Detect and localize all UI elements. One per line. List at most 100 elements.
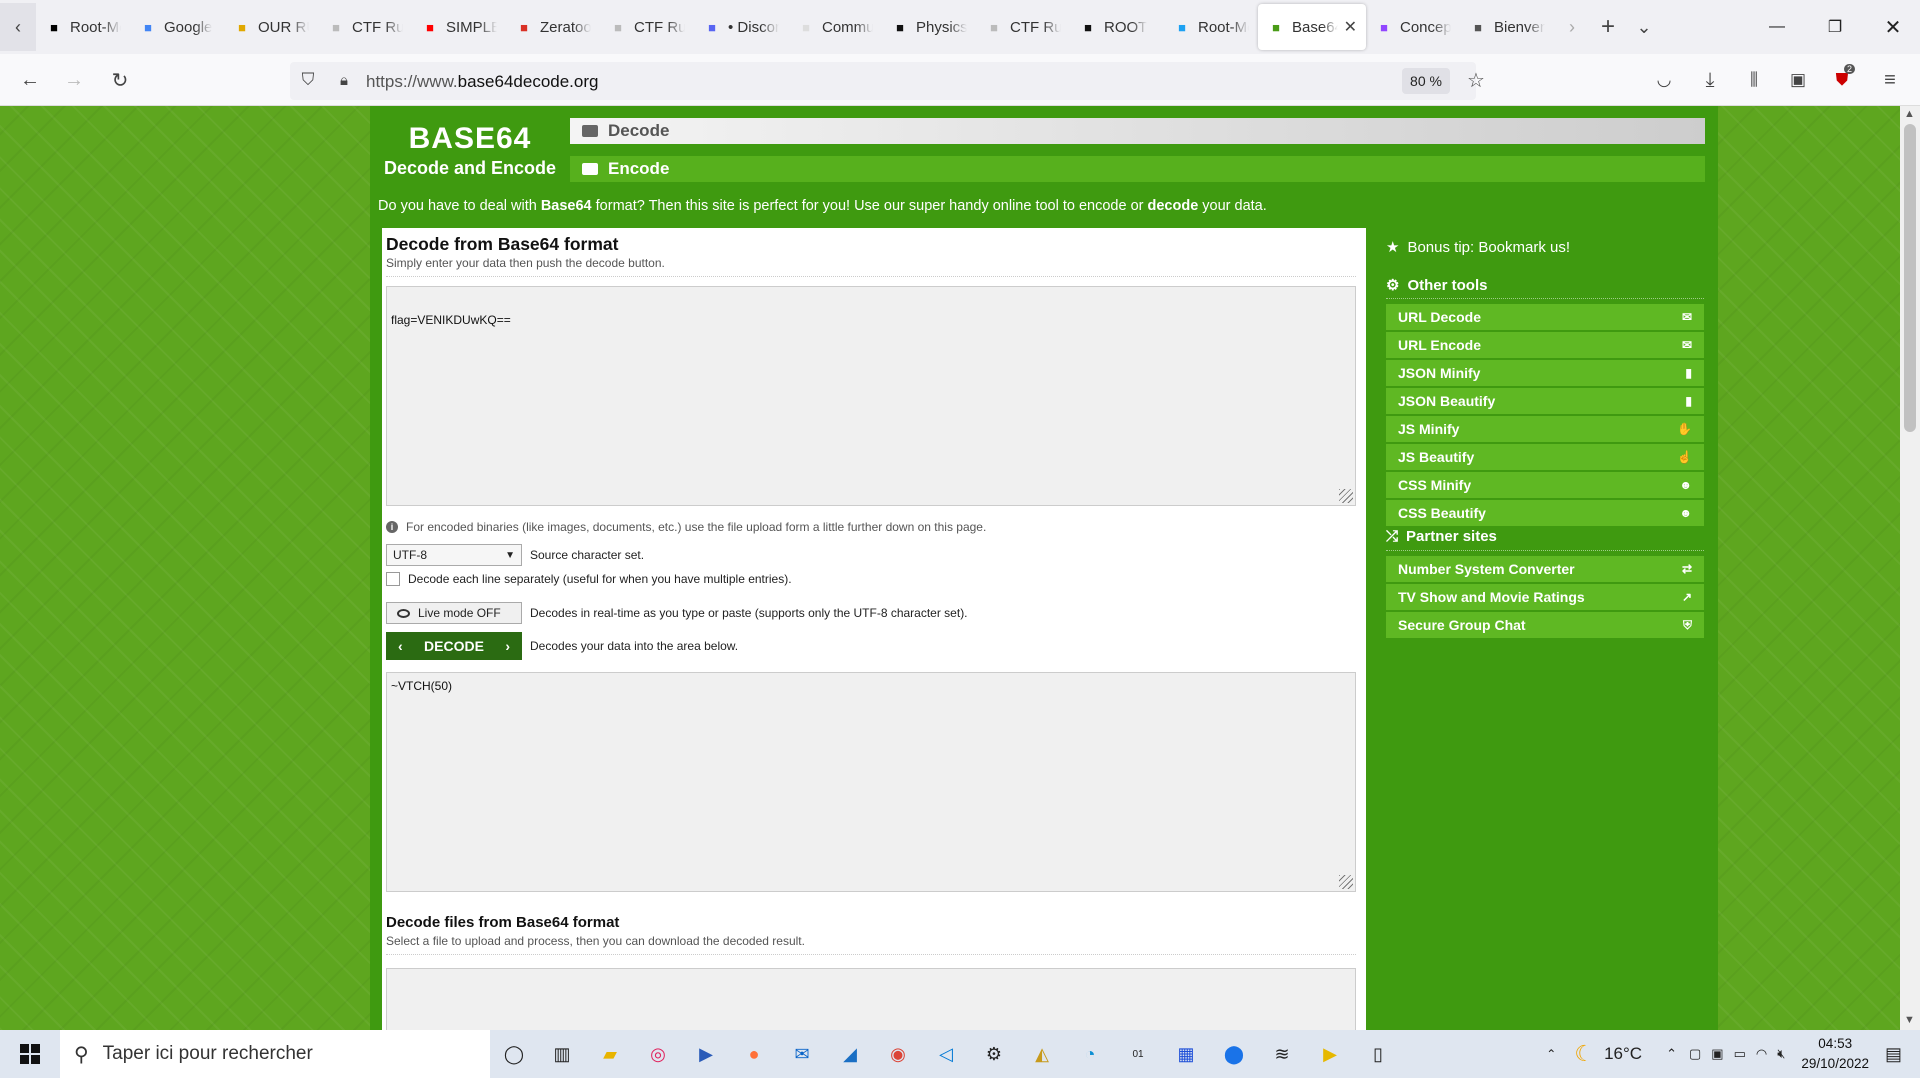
output-textarea[interactable]: ~VTCH(50) [386, 672, 1356, 892]
clock[interactable]: 04:53 29/10/2022 [1801, 1034, 1869, 1074]
live-mode-button[interactable]: Live mode OFF [386, 602, 522, 624]
player-icon[interactable]: ▶ [1310, 1034, 1350, 1074]
forward-icon[interactable]: → [58, 64, 90, 96]
browser-tab[interactable]: ■ Google [130, 4, 224, 50]
menu-decode[interactable]: Decode [570, 118, 1705, 144]
browser-tab[interactable]: ■ Physics [882, 4, 976, 50]
edge-icon[interactable]: ◔ [1070, 1034, 1110, 1074]
browser-tab[interactable]: ■ Bienvenue [1460, 4, 1554, 50]
sidebar-link-js-beautify[interactable]: JS Beautify ☝ [1386, 444, 1704, 470]
url-text[interactable]: https://www.base64decode.org [366, 72, 598, 92]
tab-scroll-left-icon[interactable]: ‹ [0, 3, 36, 51]
scroll-down-icon[interactable]: ▼ [1904, 1014, 1915, 1026]
menu-encode[interactable]: Encode [570, 156, 1705, 182]
document-icon[interactable]: ▯ [1358, 1034, 1398, 1074]
sidebar-link-url-encode[interactable]: URL Encode ✉ [1386, 332, 1704, 358]
browser-tab[interactable]: ■ Concept LECTURE [1366, 4, 1460, 50]
close-tab-icon[interactable]: ✕ [1344, 17, 1357, 37]
reload-icon[interactable]: ↻ [104, 64, 136, 96]
sidebar-link-tv-show-and-movie-ratings[interactable]: TV Show and Movie Ratings ↗ [1386, 584, 1704, 610]
browser-tab[interactable]: ■ Community [788, 4, 882, 50]
sidebar-link-number-system-converter[interactable]: Number System Converter ⇄ [1386, 556, 1704, 582]
file-explorer-icon[interactable]: ▰ [590, 1034, 630, 1074]
downloads-icon[interactable]: ⤓ [1694, 64, 1726, 96]
taskbar-search[interactable]: ⚲ Taper ici pour rechercher [60, 1030, 490, 1078]
powershell-icon[interactable]: ▶ [686, 1034, 726, 1074]
task-view-icon[interactable]: ▥ [542, 1034, 582, 1074]
audio-app-icon[interactable]: ≋ [1262, 1034, 1302, 1074]
app-gear-icon[interactable]: ⚙ [974, 1034, 1014, 1074]
browser-tab[interactable]: ■ Root-Me [36, 4, 130, 50]
volume-muted-icon[interactable]: 🔇︎ [1777, 1046, 1785, 1062]
list-tabs-icon[interactable]: ⌄ [1626, 3, 1662, 51]
app-red-icon[interactable]: ◎ [638, 1034, 678, 1074]
browser-tab[interactable]: ■ Root-Me [1164, 4, 1258, 50]
new-tab-icon[interactable]: + [1590, 3, 1626, 51]
close-window-icon[interactable]: ✕ [1864, 0, 1920, 54]
battery-icon[interactable]: ▭ [1734, 1046, 1746, 1062]
wsl-icon[interactable]: ◭ [1022, 1034, 1062, 1074]
maps-icon[interactable]: ⬤ [1214, 1034, 1254, 1074]
minimize-icon[interactable]: — [1748, 0, 1806, 54]
wireshark-icon[interactable]: ◢ [830, 1034, 870, 1074]
page-subtitle: Simply enter your data then push the dec… [386, 256, 665, 270]
tracking-shield-icon[interactable]: ⛉ [292, 64, 324, 96]
weather-temp[interactable]: 16°C [1604, 1044, 1642, 1064]
sidebar-link-label: JS Minify [1398, 421, 1460, 437]
scroll-up-icon[interactable]: ▲ [1904, 108, 1915, 120]
menu-encode-label: Encode [608, 159, 670, 178]
wifi-icon[interactable]: ◠ [1756, 1046, 1767, 1062]
resize-handle[interactable] [1339, 489, 1353, 503]
lock-icon[interactable]: 🔒︎ [328, 64, 360, 96]
charset-select[interactable]: UTF-8 ▼ [386, 544, 522, 566]
vscode-icon[interactable]: ◁ [926, 1034, 966, 1074]
separate-lines-checkbox[interactable] [386, 572, 400, 586]
browser-tab[interactable]: ■ • Discord [694, 4, 788, 50]
binary-app-icon[interactable]: 01 [1118, 1034, 1158, 1074]
scrollbar-thumb[interactable] [1904, 124, 1916, 432]
intro-text: Do you have to deal with Base64 format? … [378, 198, 1267, 214]
tab-active[interactable]: ■ Base64 ✕ [1258, 4, 1366, 50]
sidebar-link-css-beautify[interactable]: CSS Beautify ☻ [1386, 500, 1704, 526]
sidebar-link-json-beautify[interactable]: JSON Beautify ▮ [1386, 388, 1704, 414]
outlook-icon[interactable]: ✉ [782, 1034, 822, 1074]
browser-tab[interactable]: ■ ROOT [1070, 4, 1164, 50]
browser-tab[interactable]: ■ CTF Rules [976, 4, 1070, 50]
cortana-icon[interactable]: ◯ [494, 1034, 534, 1074]
zoom-level[interactable]: 80 % [1402, 68, 1450, 94]
bookmark-star-icon[interactable]: ☆ [1460, 64, 1492, 96]
library-icon[interactable]: ⫼ [1738, 64, 1770, 96]
site-logo[interactable]: BASE64 Decode and Encode [370, 106, 570, 181]
reader-icon[interactable]: ▣ [1782, 64, 1814, 96]
chrome-icon[interactable]: ◉ [878, 1034, 918, 1074]
back-icon[interactable]: ← [14, 64, 46, 96]
input-textarea[interactable]: flag=VENIKDUwKQ== [386, 286, 1356, 506]
sidebar-link-url-decode[interactable]: URL Decode ✉ [1386, 304, 1704, 330]
menu-icon[interactable]: ≡ [1874, 64, 1906, 96]
resize-handle[interactable] [1339, 875, 1353, 889]
sidebar-link-css-minify[interactable]: CSS Minify ☻ [1386, 472, 1704, 498]
browser-tab[interactable]: ■ SIMPLE [412, 4, 506, 50]
decode-button[interactable]: ‹ DECODE › [386, 632, 522, 660]
restore-icon[interactable]: ❐ [1806, 0, 1864, 54]
show-hidden-icon[interactable]: ⌃ [1666, 1046, 1677, 1062]
notifications-icon[interactable]: ▤ [1885, 1044, 1902, 1065]
sidebar-link-js-minify[interactable]: JS Minify ✋ [1386, 416, 1704, 442]
meet-icon[interactable]: ▢ [1689, 1046, 1701, 1062]
pocket-icon[interactable]: ◡ [1648, 64, 1680, 96]
firefox-icon[interactable]: ● [734, 1034, 774, 1074]
tray-overflow-icon[interactable]: ⌃ [1546, 1047, 1556, 1061]
tab-scroll-right-icon[interactable]: › [1554, 3, 1590, 51]
browser-tab[interactable]: ■ CTF Rules [600, 4, 694, 50]
tor-icon: ■ [1474, 19, 1482, 35]
sidebar-link-secure-group-chat[interactable]: Secure Group Chat ⛨ [1386, 612, 1704, 638]
file-upload-area[interactable] [386, 968, 1356, 1030]
display-icon[interactable]: ▣ [1711, 1046, 1723, 1062]
browser-tab[interactable]: ■ OUR RULES [224, 4, 318, 50]
windows-start-icon[interactable] [0, 1030, 60, 1078]
network-app-icon[interactable]: ▦ [1166, 1034, 1206, 1074]
binaries-note: i For encoded binaries (like images, doc… [386, 520, 986, 534]
browser-tab[interactable]: ■ Zeratool [506, 4, 600, 50]
browser-tab[interactable]: ■ CTF Rules [318, 4, 412, 50]
sidebar-link-json-minify[interactable]: JSON Minify ▮ [1386, 360, 1704, 386]
